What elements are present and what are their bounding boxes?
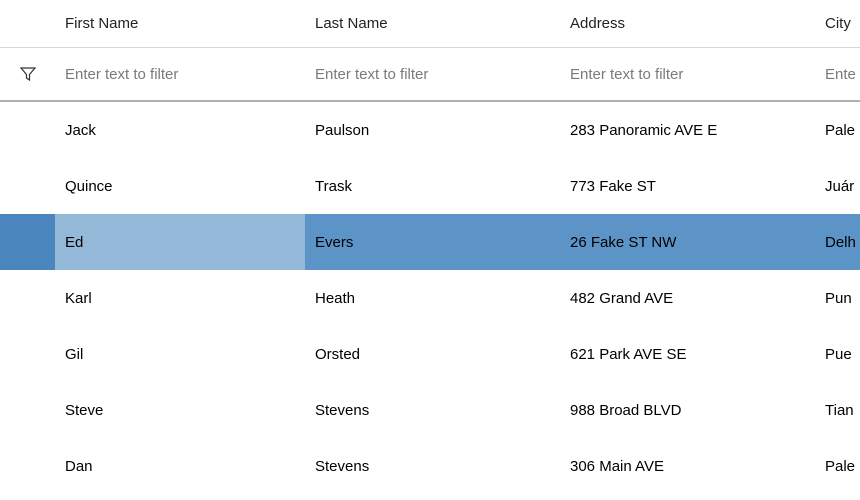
cell-city[interactable]: Tian [815,382,860,438]
filter-cell-last-name [305,48,560,102]
cell-address[interactable]: 621 Park AVE SE [560,326,815,382]
row-indent [0,326,55,382]
row-indent [0,270,55,326]
cell-city[interactable]: Pun [815,270,860,326]
filter-icon [20,66,36,82]
cell-last-name[interactable]: Trask [305,158,560,214]
cell-first-name[interactable]: Karl [55,270,305,326]
row-indent [0,214,55,270]
row-indent [0,158,55,214]
cell-city[interactable]: Pale [815,438,860,494]
cell-first-name[interactable]: Gil [55,326,305,382]
filter-icon-cell[interactable] [0,48,55,102]
header-gap [0,0,55,48]
cell-first-name[interactable]: Quince [55,158,305,214]
filter-cell-address [560,48,815,102]
cell-address[interactable]: 306 Main AVE [560,438,815,494]
cell-last-name[interactable]: Evers [305,214,560,270]
column-header-first-name[interactable]: First Name [55,0,305,48]
cell-city[interactable]: Pale [815,102,860,158]
cell-first-name[interactable]: Steve [55,382,305,438]
cell-last-name[interactable]: Heath [305,270,560,326]
filter-input-address[interactable] [570,66,815,83]
filter-input-last-name[interactable] [315,66,560,83]
row-indent [0,438,55,494]
cell-first-name[interactable]: Ed [55,214,305,270]
column-header-address[interactable]: Address [560,0,815,48]
row-indent [0,102,55,158]
column-header-last-name[interactable]: Last Name [305,0,560,48]
cell-city[interactable]: Delh [815,214,860,270]
row-indent [0,382,55,438]
cell-address[interactable]: 988 Broad BLVD [560,382,815,438]
filter-input-first-name[interactable] [65,66,305,83]
cell-last-name[interactable]: Stevens [305,382,560,438]
cell-first-name[interactable]: Jack [55,102,305,158]
filter-input-city[interactable] [825,66,860,83]
cell-last-name[interactable]: Orsted [305,326,560,382]
cell-city[interactable]: Juár [815,158,860,214]
cell-city[interactable]: Pue [815,326,860,382]
filter-cell-city [815,48,860,102]
cell-last-name[interactable]: Paulson [305,102,560,158]
cell-address[interactable]: 773 Fake ST [560,158,815,214]
cell-last-name[interactable]: Stevens [305,438,560,494]
cell-address[interactable]: 283 Panoramic AVE E [560,102,815,158]
cell-address[interactable]: 482 Grand AVE [560,270,815,326]
filter-cell-first-name [55,48,305,102]
column-header-city[interactable]: City [815,0,860,48]
data-grid: First Name Last Name Address City JackPa… [0,0,860,494]
cell-address[interactable]: 26 Fake ST NW [560,214,815,270]
cell-first-name[interactable]: Dan [55,438,305,494]
